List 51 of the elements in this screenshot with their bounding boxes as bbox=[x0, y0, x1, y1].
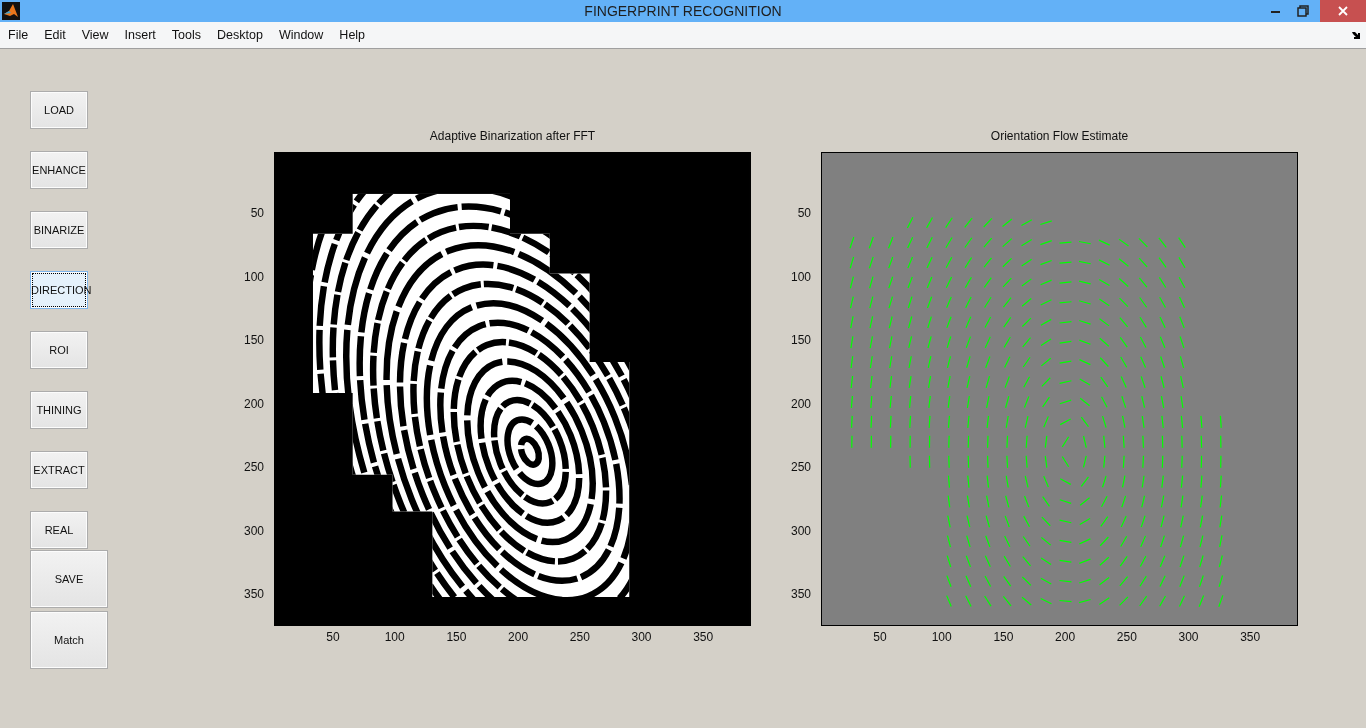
app-icon bbox=[2, 2, 20, 20]
tick-label: 300 bbox=[243, 523, 264, 538]
tool-button[interactable]: THINING bbox=[30, 391, 88, 429]
tool-button[interactable]: Match bbox=[30, 611, 108, 669]
menu-item[interactable]: Tools bbox=[165, 26, 208, 44]
tick-label: 250 bbox=[243, 460, 264, 474]
menu-item[interactable]: Edit bbox=[38, 26, 72, 44]
tick-label: 250 bbox=[790, 460, 811, 474]
window-title: FINGERPRINT RECOGNITION bbox=[584, 3, 782, 19]
close-icon[interactable] bbox=[1320, 0, 1366, 22]
menu-item[interactable]: Window bbox=[272, 26, 330, 44]
tick-label: 250 bbox=[569, 630, 590, 644]
tick-label: 100 bbox=[384, 630, 405, 644]
tick-label: 200 bbox=[243, 396, 264, 411]
tick-label: 350 bbox=[1240, 630, 1261, 644]
tick-label: 300 bbox=[1178, 630, 1199, 644]
tick-label: 300 bbox=[790, 523, 811, 538]
menu-item[interactable]: View bbox=[75, 26, 115, 44]
tool-button[interactable]: ROI bbox=[30, 331, 88, 369]
menu-item[interactable]: Insert bbox=[118, 26, 162, 44]
tick-label: 100 bbox=[790, 269, 811, 284]
tick-label: 150 bbox=[993, 630, 1014, 644]
tick-label: 50 bbox=[250, 206, 264, 220]
tick-label: 350 bbox=[790, 587, 811, 601]
menu-item[interactable]: Desktop bbox=[211, 26, 269, 44]
dock-arrow-icon[interactable] bbox=[1352, 31, 1360, 39]
tick-label: 250 bbox=[1116, 630, 1137, 644]
menu-item[interactable]: File bbox=[2, 26, 35, 44]
tool-button[interactable]: EXTRACT bbox=[30, 451, 88, 489]
tick-label: 50 bbox=[326, 630, 340, 644]
tick-label: 200 bbox=[790, 396, 811, 411]
tick-label: 150 bbox=[446, 630, 467, 644]
tick-label: 350 bbox=[693, 630, 714, 644]
tick-label: 100 bbox=[243, 269, 264, 284]
tick-label: 100 bbox=[931, 630, 952, 644]
tick-label: 350 bbox=[243, 587, 264, 601]
menu-item[interactable]: Help bbox=[333, 26, 372, 44]
tool-button[interactable]: REAL bbox=[30, 511, 88, 549]
tick-label: 50 bbox=[873, 630, 887, 644]
tool-button[interactable]: SAVE bbox=[30, 550, 108, 608]
tick-label: 150 bbox=[790, 333, 811, 347]
tick-label: 200 bbox=[1055, 630, 1076, 644]
tick-label: 50 bbox=[797, 206, 811, 220]
axes-title: Orientation Flow Estimate bbox=[990, 129, 1129, 143]
tool-button[interactable]: ENHANCE bbox=[30, 151, 88, 189]
tool-button[interactable]: BINARIZE bbox=[30, 211, 88, 249]
tool-button[interactable]: LOAD bbox=[30, 91, 88, 129]
tick-label: 300 bbox=[631, 630, 652, 644]
axes-title: Adaptive Binarization after FFT bbox=[429, 129, 596, 143]
tick-label: 200 bbox=[508, 630, 529, 644]
tick-label: 150 bbox=[243, 333, 264, 347]
